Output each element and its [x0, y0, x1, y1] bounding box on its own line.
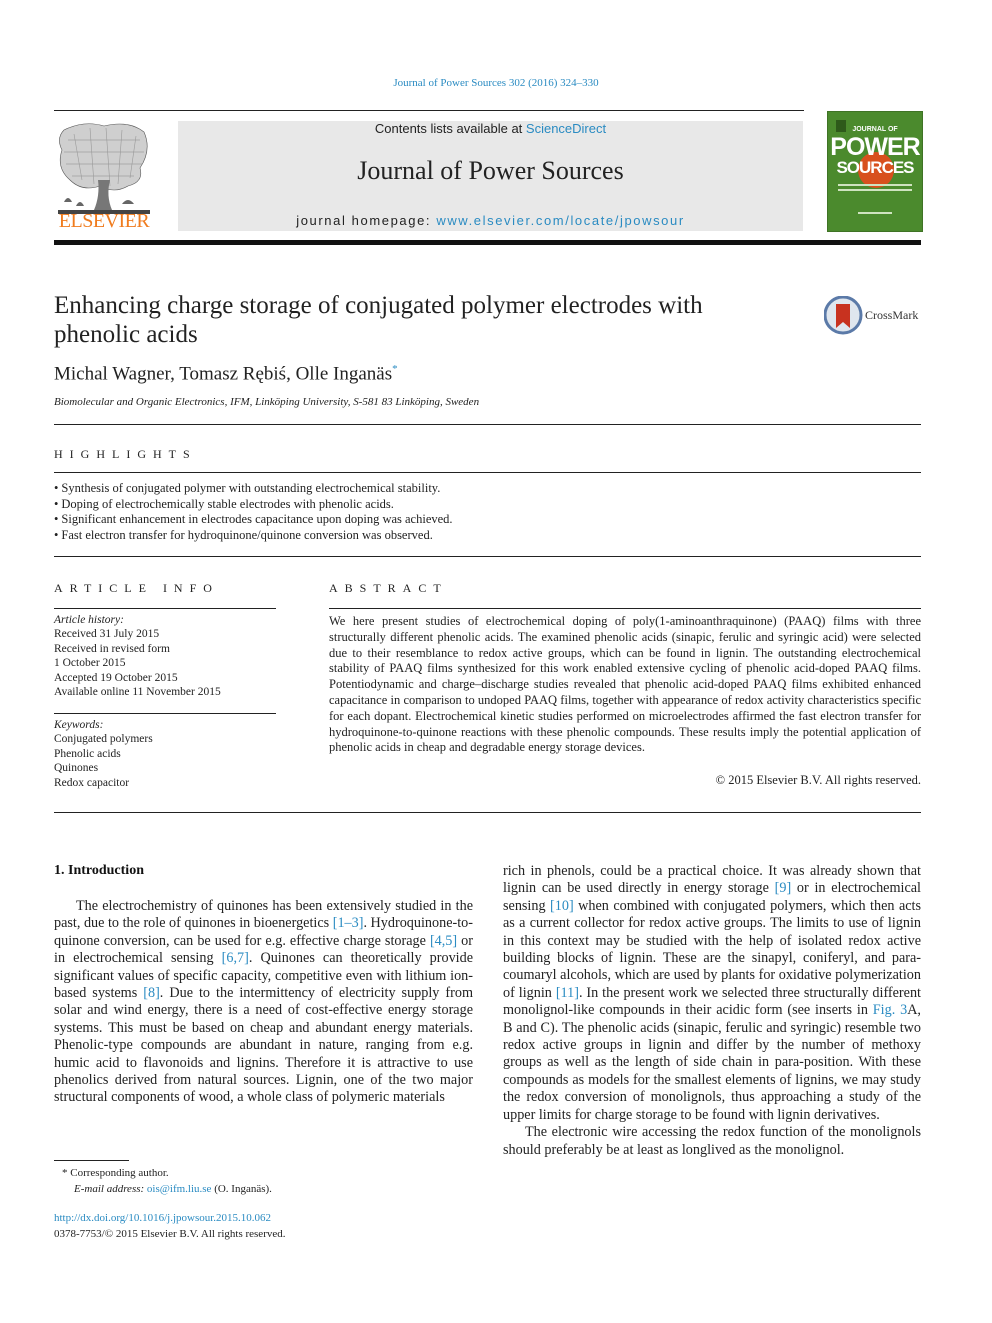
- corresponding-author-note: * Corresponding author.: [62, 1167, 169, 1179]
- article-info-heading: ARTICLE INFO: [54, 581, 219, 595]
- keyword-item: Redox capacitor: [54, 776, 130, 789]
- cover-title-line3: SOURCES: [836, 158, 914, 177]
- introduction-heading: 1. Introduction: [54, 863, 144, 878]
- intro-paragraph: The electronic wire accessing the redox …: [503, 1124, 921, 1158]
- keyword-item: Phenolic acids: [54, 747, 121, 760]
- journal-cover-thumbnail[interactable]: JOURNAL OF POWER SOURCES: [827, 111, 923, 232]
- highlight-item: Fast electron transfer for hydroquinone/…: [54, 528, 574, 544]
- citation-link[interactable]: [10]: [550, 898, 574, 914]
- author-affiliation: Biomolecular and Organic Electronics, IF…: [54, 396, 480, 408]
- doi-link[interactable]: http://dx.doi.org/10.1016/j.jpowsour.201…: [54, 1211, 286, 1227]
- homepage-link[interactable]: www.elsevier.com/locate/jpowsour: [436, 213, 684, 228]
- highlight-item: Significant enhancement in electrodes ca…: [54, 512, 574, 528]
- front-matter-rule: [54, 812, 921, 813]
- elsevier-logo[interactable]: ELSEVIER: [54, 120, 154, 232]
- citation-link[interactable]: [9]: [775, 880, 792, 896]
- crossmark-badge[interactable]: CrossMark: [824, 296, 924, 336]
- article-info-rule: [54, 608, 276, 609]
- abstract-copyright: © 2015 Elsevier B.V. All rights reserved…: [715, 773, 921, 787]
- highlights-rule: [54, 472, 921, 473]
- citation-link[interactable]: [4,5]: [430, 933, 457, 949]
- journal-citation-link[interactable]: Journal of Power Sources 302 (2016) 324–…: [0, 77, 992, 89]
- author-names: Michal Wagner, Tomasz Rębiś, Olle Inganä…: [54, 363, 393, 385]
- history-accepted: Accepted 19 October 2015: [54, 671, 178, 684]
- corresponding-author-mark[interactable]: *: [392, 363, 398, 375]
- highlight-item: Synthesis of conjugated polymer with out…: [54, 481, 574, 497]
- crossmark-icon: [824, 296, 863, 335]
- article-history-label: Article history:: [54, 614, 124, 626]
- history-received: Received 31 July 2015: [54, 628, 160, 641]
- history-online: Available online 11 November 2015: [54, 686, 221, 699]
- body-right-column: rich in phenols, could be a practical ch…: [503, 863, 921, 1159]
- citation-link[interactable]: [8]: [143, 985, 160, 1001]
- email-suffix: (O. Inganäs).: [211, 1182, 272, 1195]
- issn-copyright: 0378-7753/© 2015 Elsevier B.V. All right…: [54, 1227, 286, 1240]
- citation-link[interactable]: [1–3]: [333, 915, 364, 931]
- history-revised-label: Received in revised form: [54, 642, 170, 655]
- homepage-line: journal homepage: www.elsevier.com/locat…: [178, 213, 803, 228]
- contents-prefix: Contents lists available at: [374, 121, 526, 136]
- crossmark-label: CrossMark: [865, 308, 919, 322]
- header-bottom-rule: [54, 240, 921, 245]
- elsevier-wordmark: ELSEVIER: [58, 210, 150, 232]
- cover-editor-line: [858, 212, 892, 214]
- keywords-label: Keywords:: [54, 719, 104, 731]
- keywords-rule: [54, 713, 276, 714]
- cover-title-line2: POWER: [830, 133, 920, 161]
- abstract-heading: ABSTRACT: [329, 581, 448, 595]
- highlights-bottom-rule: [54, 556, 921, 557]
- footnote-block: * Corresponding author. E-mail address: …: [54, 1166, 272, 1197]
- intro-paragraph-continued: rich in phenols, could be a practical ch…: [503, 863, 921, 1124]
- figure-link[interactable]: Fig. 3: [873, 1002, 907, 1018]
- history-revised-date: 1 October 2015: [54, 657, 126, 670]
- email-link[interactable]: ois@ifm.liu.se: [147, 1183, 212, 1195]
- keywords-block: Keywords: Conjugated polymers Phenolic a…: [54, 718, 276, 790]
- author-list: Michal Wagner, Tomasz Rębiś, Olle Inganä…: [54, 363, 398, 385]
- sciencedirect-link[interactable]: ScienceDirect: [526, 121, 606, 136]
- text-run: . Due to the intermittency of electricit…: [54, 985, 473, 1106]
- cover-title-line1: JOURNAL OF: [852, 126, 898, 133]
- email-label: E-mail address:: [74, 1182, 147, 1195]
- affiliation-rule: [54, 424, 921, 425]
- highlight-item: Doping of electrochemically stable elect…: [54, 497, 574, 513]
- footnote-rule: [54, 1160, 129, 1161]
- homepage-label: journal homepage:: [296, 213, 437, 228]
- citation-link[interactable]: [6,7]: [222, 950, 249, 966]
- citation-link[interactable]: [11]: [556, 985, 579, 1001]
- body-left-column: The electrochemistry of quinones has bee…: [54, 898, 473, 1107]
- article-history: Article history: Received 31 July 2015 R…: [54, 613, 276, 699]
- abstract-text: We here present studies of electrochemic…: [329, 614, 921, 755]
- journal-name: Journal of Power Sources: [357, 156, 624, 185]
- keyword-item: Quinones: [54, 762, 99, 775]
- highlights-list: Synthesis of conjugated polymer with out…: [54, 481, 574, 544]
- article-title: Enhancing charge storage of conjugated p…: [54, 292, 703, 348]
- email-note: E-mail address: ois@ifm.liu.se (O. Ingan…: [54, 1182, 272, 1198]
- cover-subtitle-line: [838, 189, 912, 191]
- doi-block: http://dx.doi.org/10.1016/j.jpowsour.201…: [54, 1211, 286, 1242]
- cover-subtitle-line: [838, 184, 912, 186]
- text-run: A, B and C). The phenolic acids (sinapic…: [503, 1002, 921, 1123]
- keyword-item: Conjugated polymers: [54, 733, 153, 746]
- intro-paragraph: The electrochemistry of quinones has bee…: [54, 898, 473, 1107]
- header-top-rule: [54, 110, 804, 111]
- highlights-heading: HIGHLIGHTS: [54, 447, 197, 461]
- abstract-rule: [329, 608, 921, 609]
- contents-line: Contents lists available at ScienceDirec…: [178, 121, 803, 136]
